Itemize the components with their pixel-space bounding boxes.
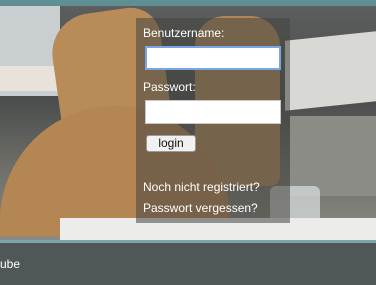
floor-right	[290, 116, 376, 196]
login-button[interactable]: login	[146, 135, 196, 152]
username-input[interactable]	[145, 46, 281, 70]
forgot-password-link[interactable]: Passwort vergessen?	[143, 201, 258, 215]
password-input[interactable]	[145, 100, 281, 124]
footer-bar	[0, 240, 376, 285]
password-label: Passwort:	[143, 80, 196, 94]
footer-stripe	[0, 240, 376, 243]
username-label: Benutzername:	[143, 26, 225, 40]
footer-text: ube	[0, 257, 21, 271]
table-right	[285, 31, 376, 111]
register-link[interactable]: Noch nicht registriert?	[143, 180, 260, 194]
